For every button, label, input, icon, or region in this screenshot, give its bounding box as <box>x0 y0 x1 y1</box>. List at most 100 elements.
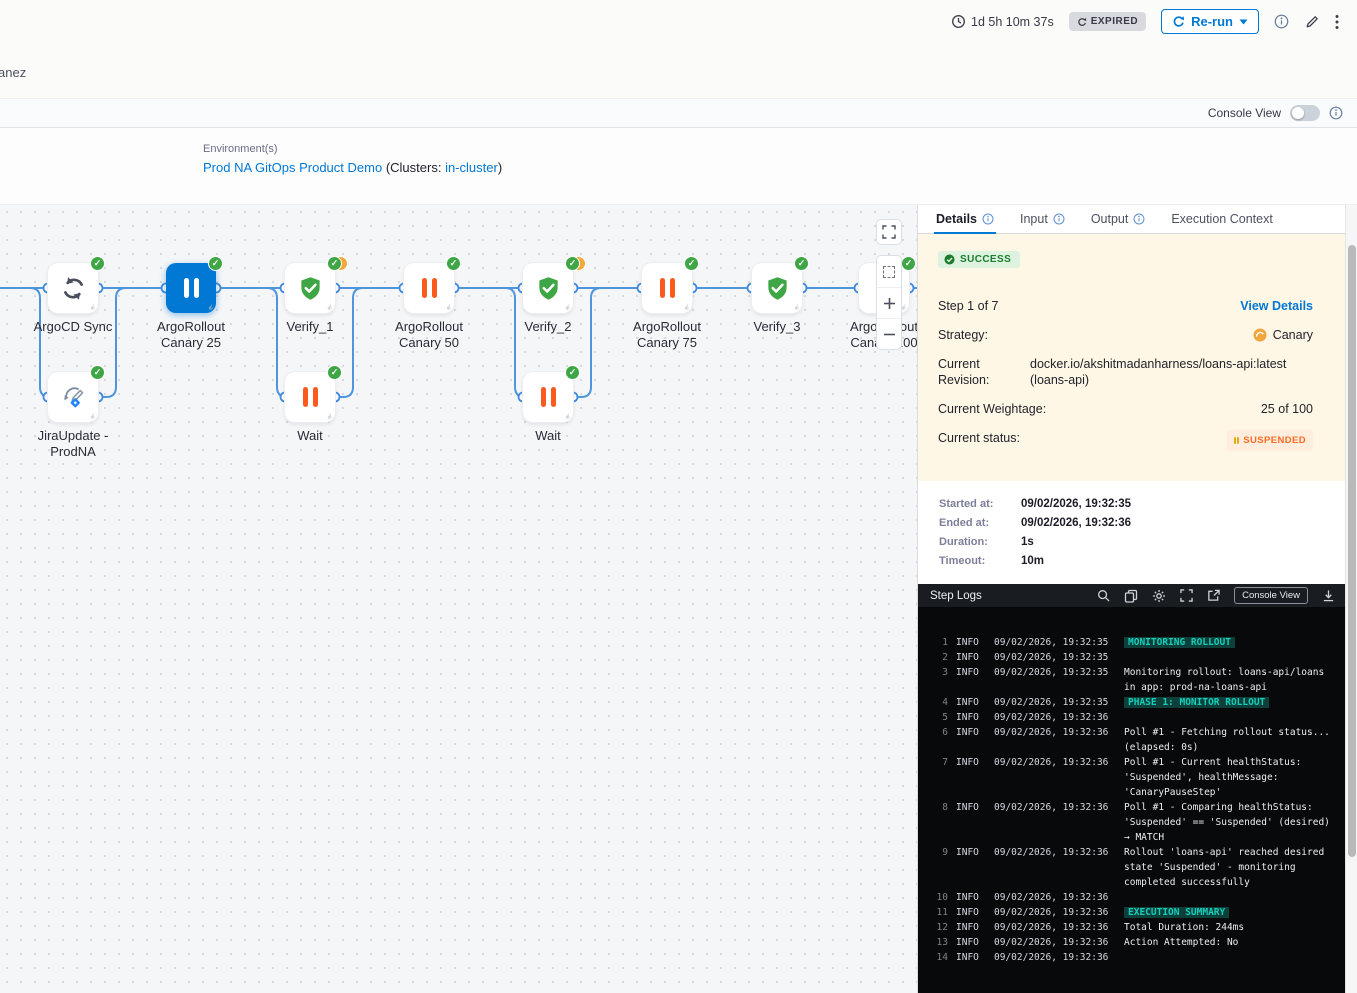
pause-icon <box>303 387 318 407</box>
node-argorollout-canary-75[interactable]: ✓‹/›ArgoRollout Canary 75 <box>642 263 692 313</box>
details-tabs: Details Input Output Execution Context <box>918 205 1345 234</box>
weightage-value: 25 of 100 <box>1261 401 1313 417</box>
success-badge: ✓ <box>684 256 699 271</box>
tab-input[interactable]: Input <box>1020 205 1065 233</box>
cluster-link[interactable]: in-cluster <box>445 160 498 175</box>
suspended-badge: SUSPENDED <box>1227 430 1313 451</box>
pause-icon <box>660 278 675 298</box>
environment-label: Environment(s) <box>203 143 1357 155</box>
pause-icon <box>422 278 437 298</box>
fullscreen-icon <box>882 225 896 239</box>
node-argocd-sync[interactable]: ✓‹/›ArgoCD Sync <box>48 263 98 313</box>
pause-icon <box>1234 437 1240 444</box>
success-badge: ✓ <box>90 365 105 380</box>
node-verify-3[interactable]: ✓‹/›Verify_3 <box>752 263 802 313</box>
rerun-refresh-icon <box>1172 15 1185 28</box>
log-search-icon[interactable] <box>1097 589 1110 602</box>
toggle-knob <box>1292 107 1304 119</box>
node-label: Wait <box>254 428 366 444</box>
info-icon <box>1133 213 1145 225</box>
node-label: ArgoRollout Canary 75 <box>611 319 723 351</box>
node-argorollout-canary-25[interactable]: ✓‹/›ArgoRollout Canary 25 <box>166 263 216 313</box>
console-view-label: Console View <box>1208 106 1281 120</box>
node-verify-1[interactable]: ✓‹/›Verify_1 <box>285 263 335 313</box>
canary-icon <box>1253 328 1267 342</box>
expired-badge: EXPIRED <box>1069 12 1146 31</box>
pause-icon <box>184 278 199 298</box>
minus-icon <box>883 328 896 341</box>
log-line: 13INFO09/02/2026, 19:32:36Action Attempt… <box>930 935 1341 950</box>
node-verify-2[interactable]: ✓‹/›Verify_2 <box>523 263 573 313</box>
log-line: 6INFO09/02/2026, 19:32:36Poll #1 - Fetch… <box>930 725 1341 755</box>
view-details-link[interactable]: View Details <box>1240 298 1313 314</box>
view-toolbar: Console View <box>0 98 1357 128</box>
details-tab-content: SUCCESS Step 1 of 7 View Details Strateg… <box>918 234 1345 481</box>
current-status-label: Current status: <box>938 430 1020 446</box>
info-icon[interactable] <box>1329 106 1343 120</box>
success-badge: ✓ <box>327 365 342 380</box>
log-console-view-button[interactable]: Console View <box>1234 587 1308 604</box>
jira-update-icon <box>60 384 87 411</box>
pipeline-canvas[interactable]: ✓‹/›ArgoCD Sync ✓‹/›ArgoRollout Canary 25… <box>0 205 917 993</box>
kebab-menu-icon[interactable] <box>1335 14 1339 30</box>
shield-check-icon <box>297 275 324 302</box>
node-code-icon: ‹/› <box>684 305 688 312</box>
node-label: JiraUpdate - ProdNA <box>17 428 129 460</box>
log-line: 5INFO09/02/2026, 19:32:36 <box>930 710 1341 725</box>
page-scrollbar <box>1345 205 1357 993</box>
log-line: 10INFO09/02/2026, 19:32:36 <box>930 890 1341 905</box>
node-code-icon: ‹/› <box>327 305 331 312</box>
canvas-select-button[interactable] <box>877 256 901 287</box>
status-badge: SUCCESS <box>938 251 1020 268</box>
breadcrumb[interactable]: anez <box>0 65 26 80</box>
canvas-fullscreen-button[interactable] <box>876 219 902 245</box>
scrollbar-thumb[interactable] <box>1348 245 1356 857</box>
success-badge: ✓ <box>794 256 809 271</box>
log-settings-icon[interactable] <box>1152 589 1166 603</box>
step-logs-body[interactable]: 1INFO09/02/2026, 19:32:35MONITORING ROLL… <box>918 607 1345 993</box>
info-icon[interactable] <box>1274 14 1289 29</box>
log-line: 12INFO09/02/2026, 19:32:36Total Duration… <box>930 920 1341 935</box>
node-wait-2[interactable]: ✓‹/›Wait <box>523 372 573 422</box>
rerun-button[interactable]: Re-run <box>1161 9 1259 34</box>
step-logs-panel: Step Logs Console View 1INFO09/02/2026, … <box>918 584 1345 993</box>
info-icon <box>1053 213 1065 225</box>
info-icon <box>982 213 994 225</box>
weightage-label: Current Weightage: <box>938 401 1046 417</box>
success-badge: ✓ <box>901 256 916 271</box>
shield-check-icon <box>764 275 791 302</box>
log-copy-icon[interactable] <box>1124 589 1138 603</box>
node-jiraupdate-prodna[interactable]: ✓‹/›JiraUpdate - ProdNA <box>48 372 98 422</box>
console-view-toggle[interactable] <box>1290 105 1320 121</box>
step-logs-title: Step Logs <box>930 590 982 602</box>
zoom-in-button[interactable] <box>877 287 901 318</box>
log-open-external-icon[interactable] <box>1207 589 1220 602</box>
node-code-icon: ‹/› <box>208 305 212 312</box>
node-wait-1[interactable]: ✓‹/›Wait <box>285 372 335 422</box>
log-line: 3INFO09/02/2026, 19:32:35Monitoring roll… <box>930 665 1341 695</box>
tab-execution-context[interactable]: Execution Context <box>1171 205 1272 233</box>
edit-pencil-icon[interactable] <box>1304 14 1320 30</box>
zoom-out-button[interactable] <box>877 318 901 349</box>
log-line: 8INFO09/02/2026, 19:32:36Poll #1 - Compa… <box>930 800 1341 845</box>
tab-details[interactable]: Details <box>936 205 994 233</box>
node-label: Verify_3 <box>721 319 833 335</box>
node-argorollout-canary-50[interactable]: ✓‹/›ArgoRollout Canary 50 <box>404 263 454 313</box>
node-code-icon: ‹/› <box>794 305 798 312</box>
step-indicator: Step 1 of 7 <box>938 298 998 314</box>
node-label: Verify_2 <box>492 319 604 335</box>
tab-output[interactable]: Output <box>1091 205 1146 233</box>
timing-row: Timeout:10m <box>939 555 1345 567</box>
success-badge: ✓ <box>208 256 223 271</box>
environment-section: Environment(s) Prod NA GitOps Product De… <box>0 128 1357 205</box>
strategy-label: Strategy: <box>938 327 988 343</box>
timing-row: Ended at:09/02/2026, 19:32:36 <box>939 517 1345 529</box>
environment-link[interactable]: Prod NA GitOps Product Demo <box>203 160 382 175</box>
log-line: 11INFO09/02/2026, 19:32:36EXECUTION SUMM… <box>930 905 1341 920</box>
log-download-icon[interactable] <box>1322 589 1335 602</box>
log-fullscreen-icon[interactable] <box>1180 589 1193 602</box>
strategy-value: Canary <box>1253 327 1313 343</box>
success-badge: ✓ <box>327 256 342 271</box>
node-code-icon: ‹/› <box>90 414 94 421</box>
log-line: 4INFO09/02/2026, 19:32:35PHASE 1: MONITO… <box>930 695 1341 710</box>
